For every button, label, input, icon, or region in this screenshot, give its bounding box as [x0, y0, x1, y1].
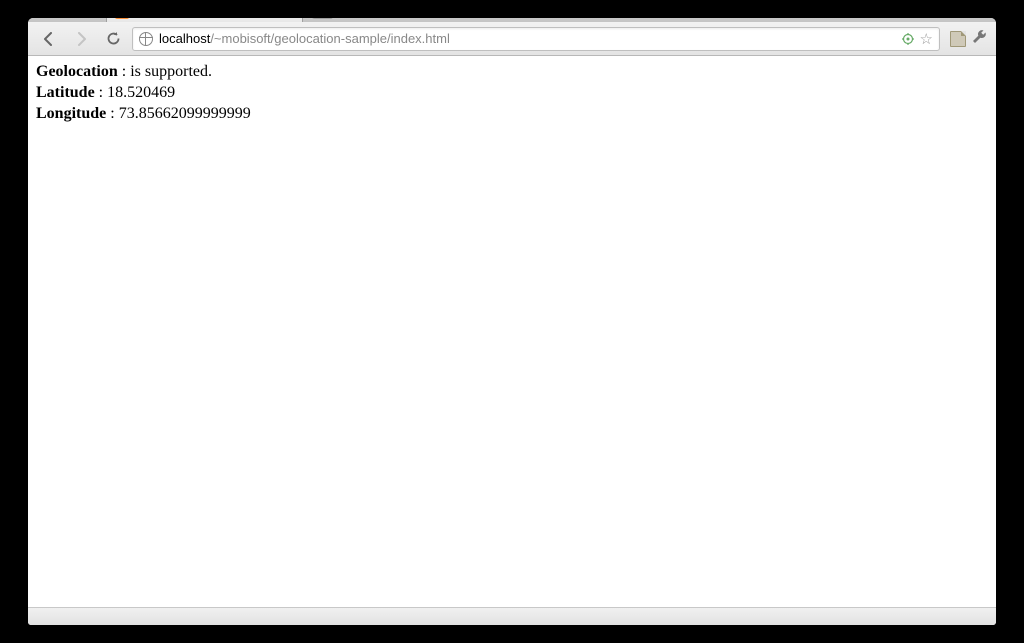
- longitude-line: Longitude : 73.85662099999999: [36, 104, 988, 125]
- geolocation-label: Geolocation: [36, 63, 118, 80]
- browser-tab[interactable]: X HTML 5 Geolocation Sample ×: [106, 18, 303, 22]
- forward-button[interactable]: [68, 27, 94, 51]
- geolocation-value: : is supported.: [118, 63, 212, 80]
- reload-button[interactable]: [100, 27, 126, 51]
- tab-favicon-icon: X: [115, 18, 129, 19]
- bookmark-star-icon[interactable]: ☆: [920, 30, 933, 48]
- wrench-menu-icon[interactable]: [972, 28, 988, 49]
- tab-strip: X HTML 5 Geolocation Sample ×: [28, 18, 996, 22]
- new-tab-button[interactable]: [306, 18, 333, 19]
- latitude-label: Latitude: [36, 84, 95, 101]
- address-bar[interactable]: localhost/~mobisoft/geolocation-sample/i…: [132, 27, 940, 51]
- url-host: localhost: [159, 31, 210, 46]
- longitude-label: Longitude: [36, 105, 106, 122]
- page-content: Geolocation : is supported. Latitude : 1…: [28, 56, 996, 607]
- geolocation-permission-icon[interactable]: [902, 33, 914, 45]
- site-identity-icon: [139, 32, 153, 46]
- browser-window: X HTML 5 Geolocation Sample × localhost/…: [28, 18, 996, 625]
- page-menu-icon[interactable]: [950, 31, 966, 47]
- url-text: localhost/~mobisoft/geolocation-sample/i…: [159, 31, 450, 46]
- latitude-line: Latitude : 18.520469: [36, 83, 988, 104]
- url-path: /~mobisoft/geolocation-sample/index.html: [210, 31, 450, 46]
- toolbar: localhost/~mobisoft/geolocation-sample/i…: [28, 22, 996, 56]
- latitude-value: : 18.520469: [95, 84, 175, 101]
- longitude-value: : 73.85662099999999: [106, 105, 250, 122]
- status-bar: [28, 607, 996, 625]
- geolocation-status-line: Geolocation : is supported.: [36, 62, 988, 83]
- back-button[interactable]: [36, 27, 62, 51]
